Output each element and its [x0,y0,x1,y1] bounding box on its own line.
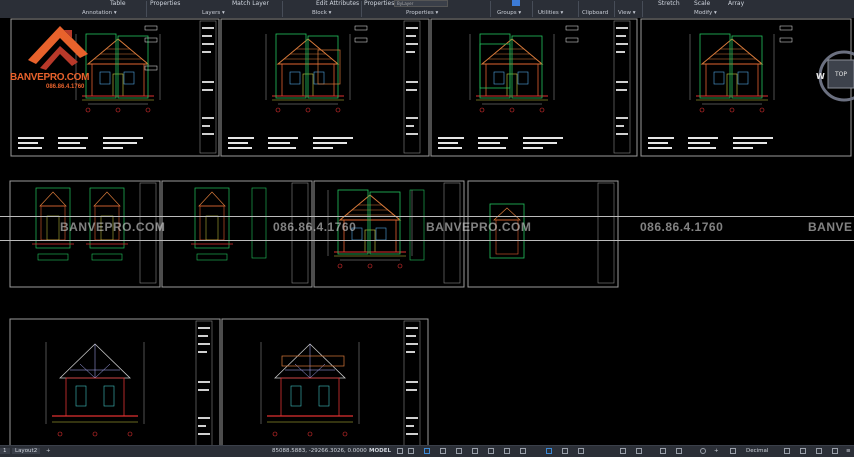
layers-group: Properties Match Layer Layers ▾ [150,0,280,18]
annotation-group: Table Annotation ▾ [60,0,140,18]
ribbon: Table Annotation ▾ Properties Match Laye… [0,0,854,19]
clipboard-group: Clipboard [580,0,614,18]
array-button[interactable]: Array [728,0,744,7]
logo-brand-text: BANVEPRO.COM [10,72,90,83]
snap-icon[interactable] [408,448,414,454]
ribbon-separator [361,1,362,17]
viewcube-top-label[interactable]: TOP [835,71,847,78]
modify-group: Stretch Scale Array Modify ▾ [646,0,771,18]
lineweight-dropdown[interactable]: ByLayer [394,0,448,7]
watermark-text: BANVEPRO.COM [426,220,532,234]
tab-layout2[interactable]: Layout2 [12,448,41,454]
watermark-text: BANVE [808,220,853,234]
banvepro-logo: BANVEPRO.COM 086.86.4.1760 [10,20,105,92]
ribbon-separator [532,1,533,17]
watermark-text: 086.86.4.1760 [273,220,357,234]
watermark-text: 086.86.4.1760 [640,220,724,234]
customize-menu-icon[interactable]: ≡ [846,448,851,454]
watermark-band-bottom [0,240,854,241]
settings-gear-icon[interactable] [700,448,706,454]
annotation-monitor-icon[interactable] [620,448,626,454]
isolate-icon[interactable] [636,448,642,454]
groups-group-label[interactable]: Groups ▾ [497,10,521,16]
quick-properties-icon[interactable] [784,448,790,454]
selection-cycling-icon[interactable] [520,448,526,454]
annotation-group-label[interactable]: Annotation ▾ [82,10,117,16]
units-icon[interactable] [730,448,736,454]
lock-ui-icon[interactable] [800,448,806,454]
house-roof-logo-icon [28,26,88,70]
ribbon-separator [282,1,283,17]
units-dropdown[interactable]: Decimal [746,448,768,454]
polar-icon[interactable] [440,448,446,454]
ribbon-separator [146,1,147,17]
group-icon[interactable] [512,0,520,6]
isolate-objects-icon[interactable] [816,448,822,454]
ortho-icon[interactable] [424,448,430,454]
model-space-button[interactable]: MODEL [369,448,391,454]
ribbon-separator [642,1,643,17]
tab-layout1[interactable]: 1 [0,448,10,454]
properties-group-label[interactable]: Properties ▾ [406,10,438,16]
fullscreen-icon[interactable] [832,448,838,454]
osnap-icon[interactable] [456,448,462,454]
modify-group-label[interactable]: Modify ▾ [694,10,717,16]
bylayer-value[interactable]: ByLayer [394,0,448,7]
status-bar: 1 Layout2 + 85088.5883, -29266.3026, 0.0… [0,445,854,457]
utilities-group-label[interactable]: Utilities ▾ [538,10,563,16]
logo-phone-text: 086.86.4.1760 [46,84,85,90]
plus-icon[interactable]: + [714,448,719,454]
otrack-icon[interactable] [472,448,478,454]
add-layout-button[interactable]: + [46,448,51,454]
viewcube[interactable]: TOP W [812,38,854,118]
clipboard-group-label[interactable]: Clipboard [582,10,608,16]
properties-group: Properties ByLayer Properties ▾ [364,0,489,18]
edit-attributes-button[interactable]: Edit Attributes [316,0,359,7]
ribbon-separator [614,1,615,17]
table-button[interactable]: Table [110,0,126,7]
view-group: View ▾ [616,0,640,18]
watermark-text: BANVEPRO.COM [60,220,166,234]
annotation-visibility-icon[interactable] [546,448,552,454]
transparency-icon[interactable] [504,448,510,454]
block-group-label[interactable]: Block ▾ [312,10,331,16]
lineweight-icon[interactable] [488,448,494,454]
view-group-label[interactable]: View ▾ [618,10,636,16]
viewcube-west-label[interactable]: W [816,72,825,81]
annotation-scale-icon[interactable] [562,448,568,454]
stretch-button[interactable]: Stretch [658,0,680,7]
watermark-band-top [0,216,854,217]
workspace-icon[interactable] [578,448,584,454]
block-group: Edit Attributes Block ▾ [286,0,361,18]
match-layer-button[interactable]: Match Layer [232,0,269,7]
layer-properties-button[interactable]: Properties [150,0,180,7]
grid-icon[interactable] [397,448,403,454]
scale-button[interactable]: Scale [694,0,710,7]
ribbon-separator [578,1,579,17]
utilities-group: Utilities ▾ [536,0,576,18]
layers-group-label[interactable]: Layers ▾ [202,10,225,16]
hardware-acceleration-icon[interactable] [660,448,666,454]
drawing-canvas[interactable]: BANVEPRO.COM 086.86.4.1760 BANVEPRO.COM … [0,18,854,445]
ribbon-separator [490,1,491,17]
properties-button[interactable]: Properties [364,0,394,7]
clean-screen-icon[interactable] [676,448,682,454]
coordinates-readout[interactable]: 85088.5883, -29266.3026, 0.0000 [272,448,367,454]
groups-group: Groups ▾ [494,0,530,18]
